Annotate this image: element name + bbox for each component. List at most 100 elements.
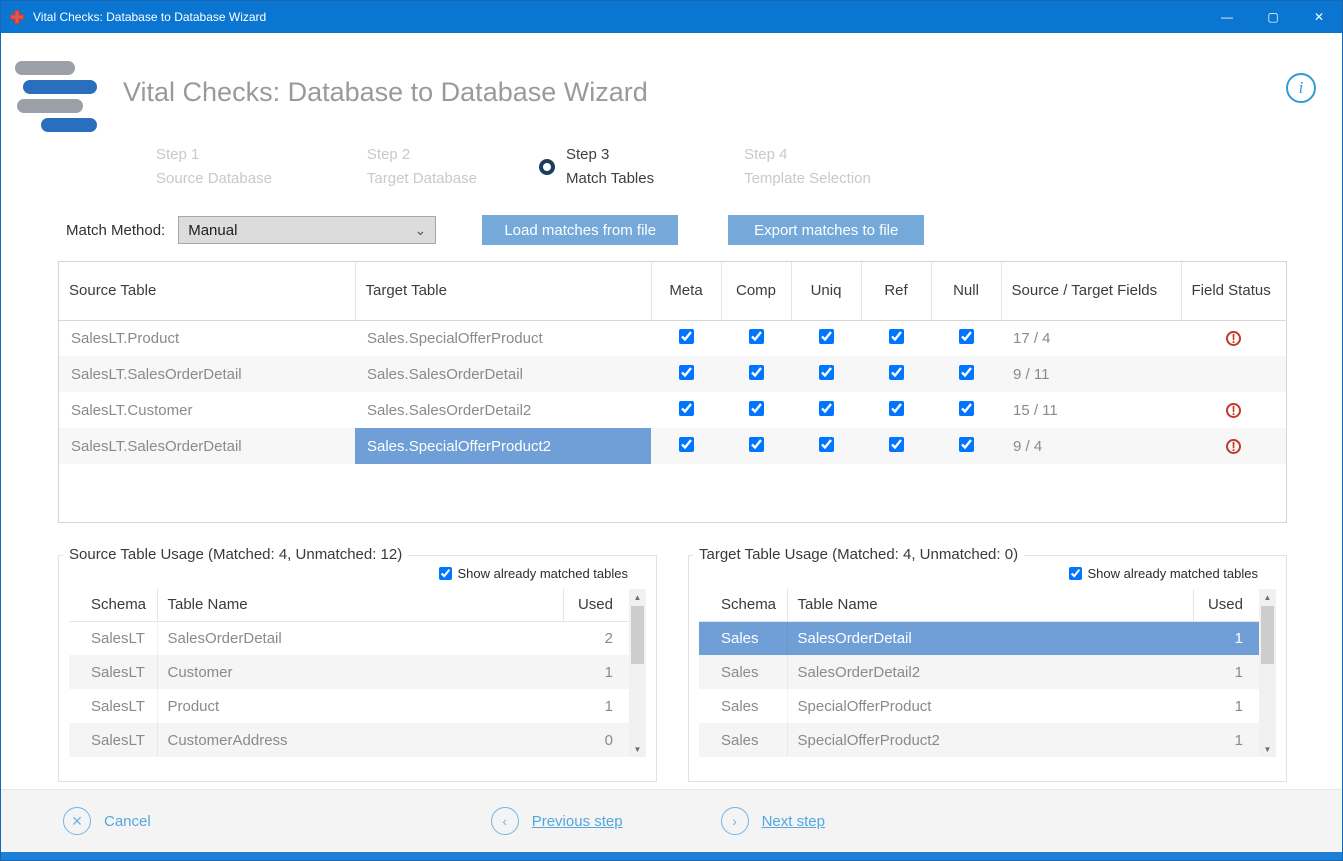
comp-checkbox[interactable] [749, 401, 764, 416]
titlebar: Vital Checks: Database to Database Wizar… [1, 1, 1342, 33]
previous-step-button[interactable]: ‹ Previous step [491, 807, 623, 835]
uniq-checkbox[interactable] [819, 401, 834, 416]
match-row[interactable]: SalesLT.SalesOrderDetail Sales.SalesOrde… [59, 356, 1286, 392]
comp-checkbox[interactable] [749, 329, 764, 344]
field-status-error-icon[interactable]: ! [1226, 403, 1241, 418]
app-cross-icon [9, 9, 25, 25]
source-usage-panel: Source Table Usage (Matched: 4, Unmatche… [58, 555, 657, 782]
col-source-target-fields: Source / Target Fields [1001, 262, 1181, 320]
target-usage-title: Target Table Usage (Matched: 4, Unmatche… [693, 546, 1024, 563]
scroll-up-icon[interactable]: ▲ [1259, 589, 1276, 605]
usage-row[interactable]: Sales SalesOrderDetail2 1 [699, 655, 1259, 689]
next-step-button[interactable]: › Next step [721, 807, 825, 835]
target-show-matched[interactable]: Show already matched tables [699, 566, 1258, 581]
maximize-button[interactable]: ▢ [1250, 1, 1296, 33]
page-title: Vital Checks: Database to Database Wizar… [123, 77, 648, 108]
chevron-down-icon: ⌄ [414, 225, 426, 235]
step-1: Step 1 Source Database [156, 143, 272, 191]
col-source-table: Source Table [59, 262, 355, 320]
uniq-checkbox[interactable] [819, 365, 834, 380]
fields-count-cell: 17 / 4 [1001, 320, 1181, 356]
col-used: Used [563, 589, 629, 621]
scroll-up-icon[interactable]: ▲ [629, 589, 646, 605]
usage-header-row: Schema Table Name Used [699, 589, 1259, 621]
null-checkbox[interactable] [959, 437, 974, 452]
usage-row[interactable]: SalesLT SalesOrderDetail 2 [69, 621, 629, 655]
scrollbar[interactable]: ▲ ▼ [629, 589, 646, 757]
uniq-checkbox[interactable] [819, 437, 834, 452]
col-table-name: Table Name [787, 589, 1193, 621]
field-status-error-icon[interactable]: ! [1226, 439, 1241, 454]
null-checkbox[interactable] [959, 401, 974, 416]
match-row[interactable]: SalesLT.Customer Sales.SalesOrderDetail2… [59, 392, 1286, 428]
comp-checkbox[interactable] [749, 365, 764, 380]
export-matches-button[interactable]: Export matches to file [728, 215, 924, 245]
source-table-cell[interactable]: SalesLT.Product [59, 320, 355, 356]
scrollbar-thumb[interactable] [631, 606, 644, 664]
target-table-cell[interactable]: Sales.SalesOrderDetail [355, 356, 651, 392]
usage-row[interactable]: SalesLT Product 1 [69, 689, 629, 723]
source-usage-title: Source Table Usage (Matched: 4, Unmatche… [63, 546, 408, 563]
null-checkbox[interactable] [959, 329, 974, 344]
wizard-steps: Step 1 Source Database Step 2 Target Dat… [1, 143, 1342, 191]
field-status-error-icon[interactable]: ! [1226, 331, 1241, 346]
ref-checkbox[interactable] [889, 365, 904, 380]
usage-header-row: Schema Table Name Used [69, 589, 629, 621]
usage-row[interactable]: Sales SpecialOfferProduct 1 [699, 689, 1259, 723]
match-row[interactable]: SalesLT.Product Sales.SpecialOfferProduc… [59, 320, 1286, 356]
source-show-matched[interactable]: Show already matched tables [69, 566, 628, 581]
chevron-left-icon: ‹ [491, 807, 519, 835]
target-usage-panel: Target Table Usage (Matched: 4, Unmatche… [688, 555, 1287, 782]
ref-checkbox[interactable] [889, 401, 904, 416]
info-icon[interactable]: i [1286, 73, 1316, 103]
scrollbar[interactable]: ▲ ▼ [1259, 589, 1276, 757]
match-method-value: Manual [188, 222, 237, 239]
scrollbar-thumb[interactable] [1261, 606, 1274, 664]
ref-checkbox[interactable] [889, 437, 904, 452]
meta-checkbox[interactable] [679, 329, 694, 344]
toolbar: Match Method: Manual ⌄ Load matches from… [66, 215, 1342, 245]
col-comp: Comp [721, 262, 791, 320]
meta-checkbox[interactable] [679, 365, 694, 380]
col-field-status: Field Status [1181, 262, 1286, 320]
col-meta: Meta [651, 262, 721, 320]
col-null: Null [931, 262, 1001, 320]
source-table-cell[interactable]: SalesLT.SalesOrderDetail [59, 428, 355, 464]
col-target-table: Target Table [355, 262, 651, 320]
source-show-matched-checkbox[interactable] [439, 567, 452, 580]
minimize-button[interactable]: — [1204, 1, 1250, 33]
active-step-ring-icon [539, 159, 555, 175]
cancel-button[interactable]: ✕ Cancel [63, 807, 151, 835]
null-checkbox[interactable] [959, 365, 974, 380]
match-row-selected[interactable]: SalesLT.SalesOrderDetail Sales.SpecialOf… [59, 428, 1286, 464]
col-schema: Schema [699, 589, 787, 621]
target-table-cell-selected[interactable]: Sales.SpecialOfferProduct2 [355, 428, 651, 464]
close-button[interactable]: ✕ [1296, 1, 1342, 33]
meta-checkbox[interactable] [679, 437, 694, 452]
comp-checkbox[interactable] [749, 437, 764, 452]
usage-row[interactable]: SalesLT Customer 1 [69, 655, 629, 689]
usage-row[interactable]: Sales SpecialOfferProduct2 1 [699, 723, 1259, 757]
ref-checkbox[interactable] [889, 329, 904, 344]
usage-row-selected[interactable]: Sales SalesOrderDetail 1 [699, 621, 1259, 655]
cancel-icon: ✕ [63, 807, 91, 835]
match-table: Source Table Target Table Meta Comp Uniq… [58, 261, 1287, 523]
uniq-checkbox[interactable] [819, 329, 834, 344]
load-matches-button[interactable]: Load matches from file [482, 215, 678, 245]
step-4: Step 4 Template Selection [744, 143, 871, 191]
usage-row[interactable]: SalesLT CustomerAddress 0 [69, 723, 629, 757]
target-table-cell[interactable]: Sales.SpecialOfferProduct [355, 320, 651, 356]
fields-count-cell: 15 / 11 [1001, 392, 1181, 428]
window-title: Vital Checks: Database to Database Wizar… [33, 10, 1204, 24]
match-method-dropdown[interactable]: Manual ⌄ [178, 216, 436, 244]
scroll-down-icon[interactable]: ▼ [1259, 741, 1276, 757]
source-table-cell[interactable]: SalesLT.SalesOrderDetail [59, 356, 355, 392]
source-table-cell[interactable]: SalesLT.Customer [59, 392, 355, 428]
meta-checkbox[interactable] [679, 401, 694, 416]
scroll-down-icon[interactable]: ▼ [629, 741, 646, 757]
match-header-row: Source Table Target Table Meta Comp Uniq… [59, 262, 1286, 320]
target-table-cell[interactable]: Sales.SalesOrderDetail2 [355, 392, 651, 428]
header: Vital Checks: Database to Database Wizar… [1, 33, 1342, 135]
target-show-matched-checkbox[interactable] [1069, 567, 1082, 580]
fields-count-cell: 9 / 11 [1001, 356, 1181, 392]
